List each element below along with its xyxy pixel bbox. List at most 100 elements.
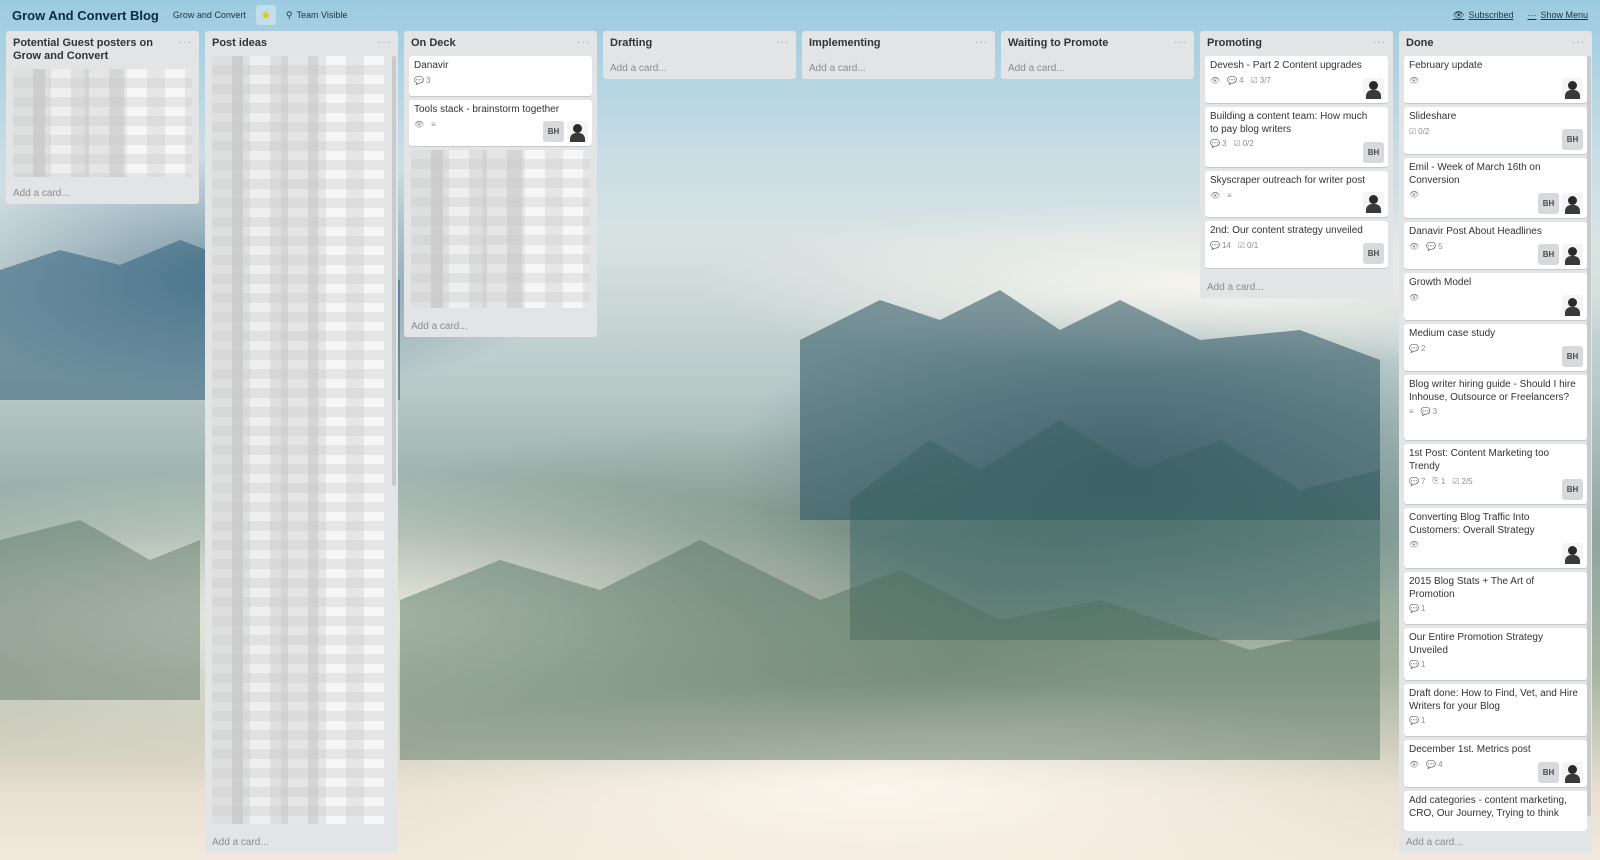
card[interactable]: 1st Post: Content Marketing too Trendy 💬… <box>1404 444 1587 504</box>
add-card-button[interactable]: Add a card... <box>610 63 667 74</box>
comment-icon: 💬 <box>1409 604 1419 613</box>
redacted-card[interactable] <box>411 150 590 308</box>
list-title: On Deck <box>411 37 456 49</box>
eye-icon: 👁 <box>414 119 425 129</box>
add-card-button[interactable]: Add a card... <box>809 63 866 74</box>
comment-count: 3 <box>425 75 431 85</box>
list-title: Implementing <box>809 37 881 49</box>
list-title: Post ideas <box>212 37 268 49</box>
list-title: Promoting <box>1207 37 1262 49</box>
add-card-button[interactable]: Add a card... <box>411 321 468 332</box>
card[interactable]: Danavir 💬 3 <box>409 56 592 96</box>
add-card-button[interactable]: Add a card... <box>1207 282 1264 293</box>
card[interactable]: February update 👁 <box>1404 56 1587 103</box>
redacted-card[interactable] <box>13 69 192 177</box>
list-scrollbar[interactable] <box>392 56 396 486</box>
eye-icon: 👁 <box>1409 759 1420 769</box>
comment-count: 2 <box>1420 343 1426 353</box>
card[interactable]: Blog writer hiring guide - Should I hire… <box>1404 375 1587 440</box>
avatar[interactable] <box>1562 244 1583 265</box>
card[interactable]: Medium case study 💬 2 BH <box>1404 324 1587 371</box>
add-card-button[interactable]: Add a card... <box>212 837 269 848</box>
avatar[interactable] <box>1363 78 1384 99</box>
list-post-ideas: Post ideas ··· Add a card... <box>205 31 398 853</box>
card-title: February update <box>1409 60 1483 71</box>
card[interactable]: Growth Model 👁 <box>1404 273 1587 320</box>
comment-count: 1 <box>1420 660 1426 669</box>
list-menu-icon[interactable]: ··· <box>1174 37 1187 50</box>
card[interactable]: 2015 Blog Stats + The Art of Promotion 💬… <box>1404 572 1587 624</box>
subscribed-label: Subscribed <box>1468 10 1514 20</box>
card[interactable]: Tools stack - brainstorm together 👁 ≡ BH <box>409 100 592 146</box>
add-card-button[interactable]: Add a card... <box>1406 837 1463 848</box>
card[interactable]: Draft done: How to Find, Vet, and Hire W… <box>1404 684 1587 736</box>
visibility-button[interactable]: ⚲ Team Visible <box>286 10 347 21</box>
star-icon[interactable]: ★ <box>255 5 276 25</box>
checklist-icon: ☑ <box>1452 476 1460 486</box>
avatar[interactable] <box>1562 762 1583 783</box>
comment-icon: 💬 <box>414 75 424 85</box>
member-badge[interactable]: BH <box>1363 243 1384 264</box>
list-menu-icon[interactable]: ··· <box>776 37 789 50</box>
card-title: Building a content team: How much to pay… <box>1210 111 1368 135</box>
list-menu-icon[interactable]: ··· <box>577 37 590 50</box>
add-card-button[interactable]: Add a card... <box>13 188 70 199</box>
card[interactable]: 2nd: Our content strategy unveiled 💬 14 ☑… <box>1205 221 1388 268</box>
card[interactable]: Skyscraper outreach for writer post 👁 ≡ <box>1205 171 1388 217</box>
card-title: Blog writer hiring guide - Should I hire… <box>1409 379 1576 403</box>
description-icon: ≡ <box>1227 190 1232 200</box>
member-badge[interactable]: BH <box>1363 142 1384 163</box>
attachment-count: 1 <box>1440 476 1446 486</box>
avatar[interactable] <box>567 121 588 142</box>
comment-count: 1 <box>1420 604 1426 613</box>
card[interactable]: Add categories - content marketing, CRO,… <box>1404 791 1587 831</box>
add-card-button[interactable]: Add a card... <box>1008 63 1065 74</box>
visibility-label: Team Visible <box>296 10 348 20</box>
member-badge[interactable]: BH <box>543 121 564 142</box>
member-badge[interactable]: BH <box>1538 762 1559 783</box>
avatar[interactable] <box>1562 78 1583 99</box>
member-badge[interactable]: BH <box>1562 129 1583 150</box>
eye-icon: 👁 <box>1409 75 1420 85</box>
card[interactable]: Slideshare ☑ 0/2 BH <box>1404 107 1587 154</box>
eye-icon: 👁 <box>1409 190 1420 199</box>
list-menu-icon[interactable]: ··· <box>179 37 192 63</box>
comment-icon: 💬 <box>1210 240 1220 250</box>
card[interactable]: Emil - Week of March 16th on Conversion … <box>1404 158 1587 218</box>
comment-count: 4 <box>1438 759 1443 769</box>
card-title: Danavir Post About Headlines <box>1409 226 1542 237</box>
member-badge[interactable]: BH <box>1538 244 1559 265</box>
board-title[interactable]: Grow And Convert Blog <box>12 8 159 23</box>
card[interactable]: Our Entire Promotion Strategy Unveiled 💬… <box>1404 628 1587 680</box>
avatar[interactable] <box>1562 193 1583 214</box>
comment-icon: 💬 <box>1420 407 1431 416</box>
member-badge[interactable]: BH <box>1538 193 1559 214</box>
member-badge[interactable]: BH <box>1562 479 1583 500</box>
show-menu-button[interactable]: ··· Show Menu <box>1527 10 1588 20</box>
avatar[interactable] <box>1562 543 1583 564</box>
list-scrollbar[interactable] <box>1587 56 1591 816</box>
member-badge[interactable]: BH <box>1562 346 1583 367</box>
board-header: Grow And Convert Blog Grow and Convert ★… <box>0 0 1600 30</box>
comment-icon: 💬 <box>1210 139 1220 148</box>
list-menu-icon[interactable]: ··· <box>1373 37 1386 50</box>
card[interactable]: Danavir Post About Headlines 👁 💬 5 BH <box>1404 222 1587 269</box>
card[interactable]: Converting Blog Traffic Into Customers: … <box>1404 508 1587 568</box>
checklist-icon: ☑ <box>1250 75 1258 85</box>
comment-icon: 💬 <box>1426 241 1437 251</box>
card[interactable]: Devesh - Part 2 Content upgrades 👁 💬 4 ☑ 3… <box>1205 56 1388 103</box>
list-menu-icon[interactable]: ··· <box>975 37 988 50</box>
org-link[interactable]: Grow and Convert <box>173 10 246 20</box>
eye-icon: 👁 <box>1453 9 1465 20</box>
list-menu-icon[interactable]: ··· <box>1572 37 1585 50</box>
card[interactable]: Building a content team: How much to pay… <box>1205 107 1388 167</box>
show-menu-label: Show Menu <box>1540 10 1588 20</box>
avatar[interactable] <box>1363 192 1384 213</box>
subscribed-button[interactable]: 👁 Subscribed <box>1453 10 1513 21</box>
redacted-cards[interactable] <box>212 56 384 824</box>
list-promoting: Promoting ··· Devesh - Part 2 Content up… <box>1200 31 1393 298</box>
checklist-count: 0/2 <box>1418 126 1430 136</box>
avatar[interactable] <box>1562 295 1583 316</box>
card[interactable]: December 1st. Metrics post 👁 💬 4 BH <box>1404 740 1587 787</box>
list-menu-icon[interactable]: ··· <box>378 37 391 50</box>
